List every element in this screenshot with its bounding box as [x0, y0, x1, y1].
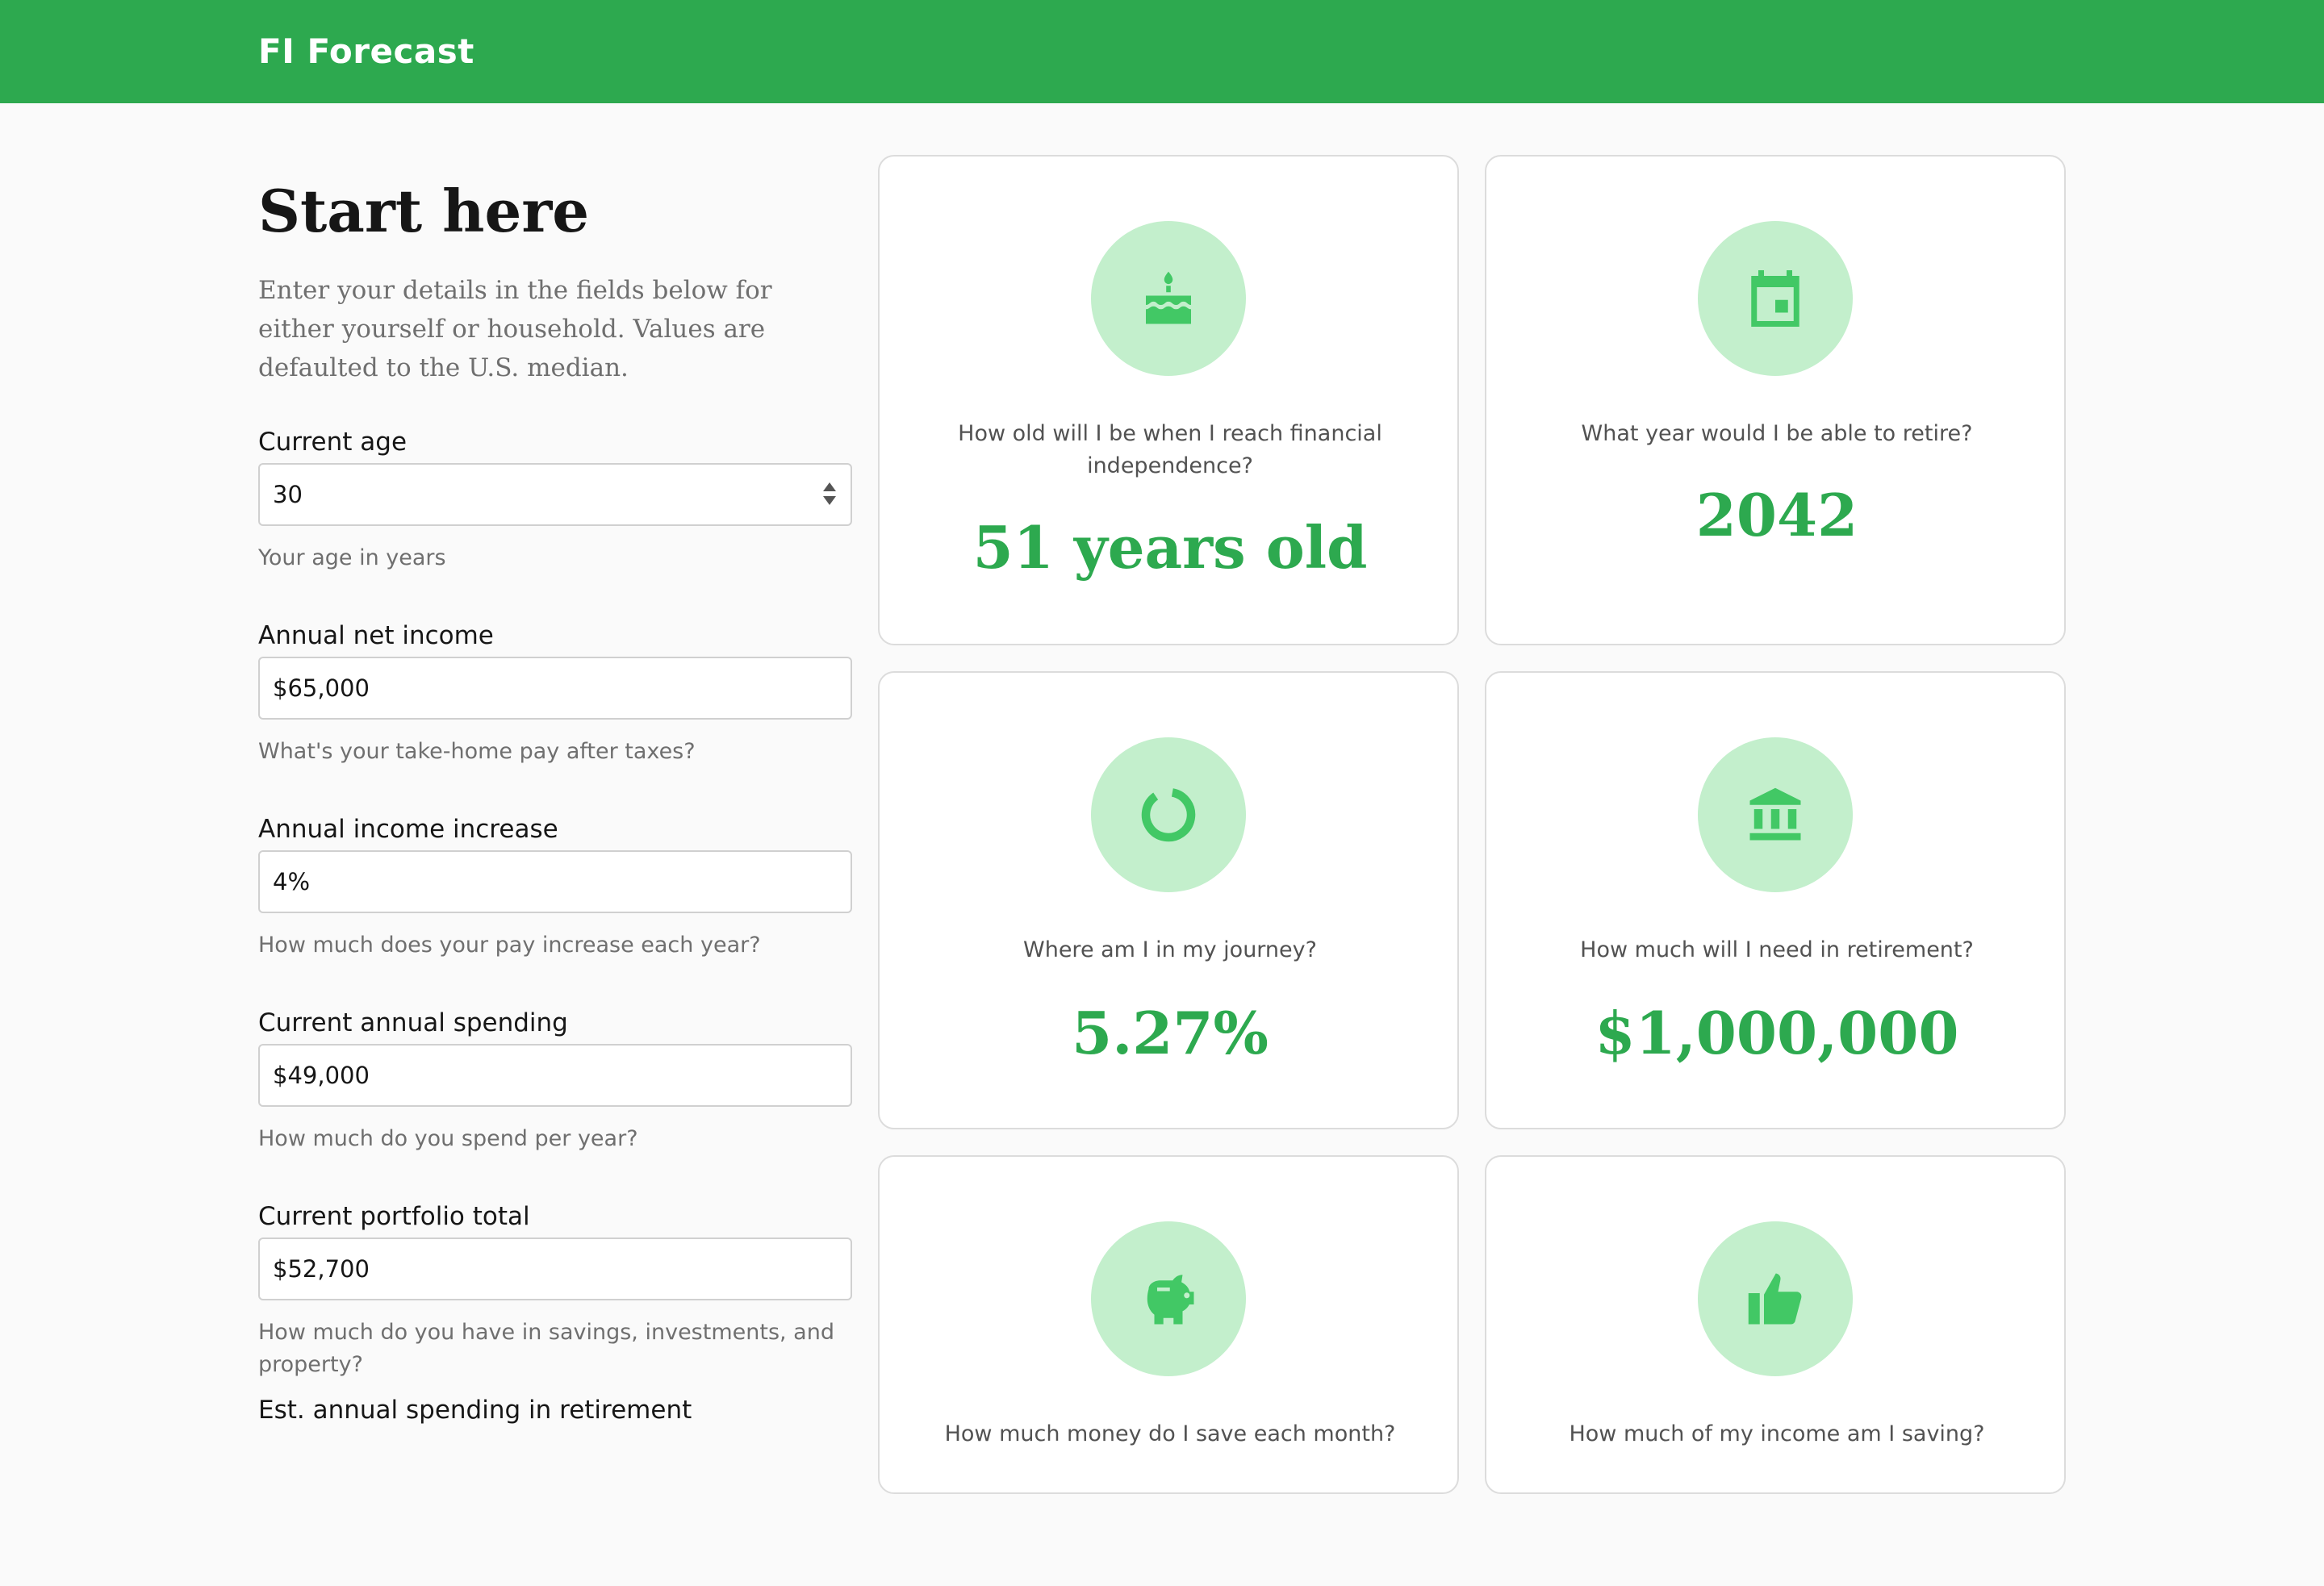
retire-year-card: What year would I be able to retire? 204…: [1485, 155, 2066, 645]
current-annual-spending-input[interactable]: [258, 1044, 852, 1107]
thumbs-up-icon: [1748, 1273, 1802, 1325]
fi-age-answer: 51 years old: [972, 513, 1368, 582]
current-annual-spending-field: Current annual spending How much do you …: [258, 1005, 852, 1199]
monthly-savings-question: How much money do I save each month?: [944, 1421, 1396, 1446]
current-annual-spending-help: How much do you spend per year?: [258, 1126, 638, 1151]
fi-age-card: How old will I be when I reach financial…: [878, 155, 1459, 645]
stepper-down-icon[interactable]: [823, 496, 836, 505]
annual-net-income-help: What's your take-home pay after taxes?: [258, 739, 696, 764]
retire-year-answer: 2042: [1695, 481, 1858, 549]
calendar-icon: [1751, 270, 1799, 327]
age-stepper[interactable]: [818, 482, 841, 508]
retirement-need-answer: $1,000,000: [1595, 999, 1959, 1067]
app-title[interactable]: FI Forecast: [258, 29, 474, 74]
fi-age-question: How old will I be when I reach financial…: [958, 421, 1382, 478]
thumbs-up-icon-circle: [1698, 1221, 1853, 1376]
input-form: Start here Enter your details in the fie…: [258, 169, 852, 1586]
annual-income-increase-field: Annual income increase How much does you…: [258, 812, 852, 1005]
current-age-input[interactable]: [258, 463, 852, 526]
journey-question: Where am I in my journey?: [1023, 937, 1317, 962]
retirement-spending-label: Est. annual spending in retirement: [258, 1396, 692, 1425]
retire-year-question: What year would I be able to retire?: [1581, 421, 1973, 446]
retirement-need-card: How much will I need in retirement? $1,0…: [1485, 671, 2066, 1129]
current-portfolio-total-field: Current portfolio total How much do you …: [258, 1199, 852, 1392]
annual-net-income-label: Annual net income: [258, 621, 494, 650]
cake-icon-circle: [1091, 221, 1246, 376]
piggy-bank-icon: [1147, 1275, 1194, 1325]
page-title: Start here: [258, 177, 590, 245]
current-age-help: Your age in years: [258, 545, 446, 570]
current-age-field: Current age Your age in years: [258, 424, 852, 618]
annual-income-increase-help: How much does your pay increase each yea…: [258, 933, 761, 958]
retirement-spending-field: Est. annual spending in retirement: [258, 1392, 852, 1586]
piggy-bank-icon-circle: [1091, 1221, 1246, 1376]
current-portfolio-total-label: Current portfolio total: [258, 1202, 530, 1231]
progress-ring-icon-circle: [1091, 737, 1246, 892]
calendar-icon-circle: [1698, 221, 1853, 376]
annual-income-increase-label: Annual income increase: [258, 815, 558, 844]
savings-rate-question: How much of my income am I saving?: [1569, 1421, 1985, 1446]
current-portfolio-total-input[interactable]: [258, 1237, 852, 1300]
cake-icon: [1146, 271, 1191, 324]
annual-income-increase-input[interactable]: [258, 850, 852, 913]
current-age-label: Current age: [258, 428, 408, 457]
savings-rate-card: How much of my income am I saving?: [1485, 1155, 2066, 1494]
journey-answer: 5.27%: [1072, 999, 1269, 1067]
monthly-savings-card: How much money do I save each month?: [878, 1155, 1459, 1494]
top-navbar: FI Forecast: [0, 0, 2324, 103]
journey-card: Where am I in my journey? 5.27%: [878, 671, 1459, 1129]
bank-icon-circle: [1698, 737, 1853, 892]
current-portfolio-total-help: How much do you have in savings, investm…: [258, 1320, 834, 1377]
stepper-up-icon[interactable]: [823, 482, 836, 491]
intro-text: Enter your details in the fields below f…: [258, 276, 772, 382]
current-annual-spending-label: Current annual spending: [258, 1008, 568, 1037]
bank-icon: [1749, 787, 1801, 841]
progress-ring-icon: [1141, 787, 1196, 842]
retirement-need-question: How much will I need in retirement?: [1580, 937, 1974, 962]
annual-net-income-input[interactable]: [258, 657, 852, 720]
annual-net-income-field: Annual net income What's your take-home …: [258, 618, 852, 812]
